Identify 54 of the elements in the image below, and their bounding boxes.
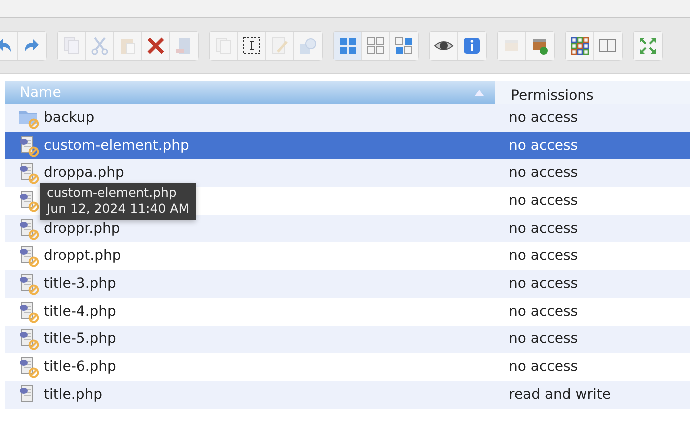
permissions-cell: no access [509, 110, 578, 126]
scissors-icon [90, 36, 110, 56]
file-row[interactable]: droppr.php no access [5, 214, 690, 242]
permissions-cell: no access [509, 276, 578, 292]
permissions-cell: no access [509, 220, 578, 237]
permissions-cell: no access [509, 248, 578, 264]
php-file-icon [18, 218, 40, 240]
tooltip-date: Jun 12, 2024 11:40 AM [47, 201, 190, 217]
grid-view-icon [338, 36, 358, 56]
php-file-icon [18, 245, 40, 268]
file-name: title-6.php [44, 359, 116, 376]
file-row[interactable]: title.php read and write [5, 380, 690, 409]
expand-icon [638, 36, 658, 56]
file-name: title.php [44, 386, 102, 403]
copy-icon [62, 36, 82, 56]
mixed-view-icon [394, 36, 414, 56]
permissions-cell: no access [509, 304, 578, 320]
file-name: droppt.php [44, 248, 122, 264]
file-name: title-3.php [44, 276, 116, 292]
php-file-icon [18, 328, 40, 350]
file-name: title-5.php [44, 331, 116, 348]
file-name: title-4.php [44, 304, 116, 320]
text-cursor-icon [242, 36, 262, 56]
toolbar-button[interactable] [566, 32, 594, 60]
pencil-icon [270, 36, 290, 56]
file-name: custom-element.php [44, 138, 190, 154]
small-icons-view-icon [366, 36, 386, 56]
file-row[interactable]: custom-element.php no access [5, 132, 690, 160]
permissions-cell: no access [509, 165, 578, 182]
column-header[interactable]: Permissions [495, 81, 690, 104]
php-file-icon [18, 356, 40, 378]
color-grid-icon [570, 36, 590, 56]
permissions-cell: no access [509, 192, 578, 209]
php-file-icon [18, 300, 40, 323]
info-icon [462, 36, 482, 56]
permissions-cell: no access [509, 138, 578, 154]
php-file-icon [18, 162, 40, 184]
php-file-icon [18, 134, 40, 157]
permissions-cell: no access [509, 359, 578, 376]
file-row[interactable]: droppa.php no access [5, 159, 690, 188]
file-name: backup [44, 110, 95, 126]
file-name: droppa.php [44, 165, 124, 182]
file-row[interactable]: title-3.php no access [5, 270, 690, 298]
permissions-cell: no access [509, 331, 578, 348]
permissions-cell: read and write [509, 386, 611, 403]
delete-icon [146, 36, 166, 56]
sort-caret-icon [475, 90, 484, 96]
php-file-icon [18, 190, 40, 212]
toolbar-button[interactable] [430, 32, 458, 60]
file-name: droppr.php [44, 220, 120, 237]
file-row[interactable]: title-5.php no access [5, 326, 690, 354]
php-file-icon [18, 272, 40, 295]
tooltip-filename: custom-element.php [47, 185, 178, 201]
file-row[interactable]: backup no access [5, 104, 690, 132]
